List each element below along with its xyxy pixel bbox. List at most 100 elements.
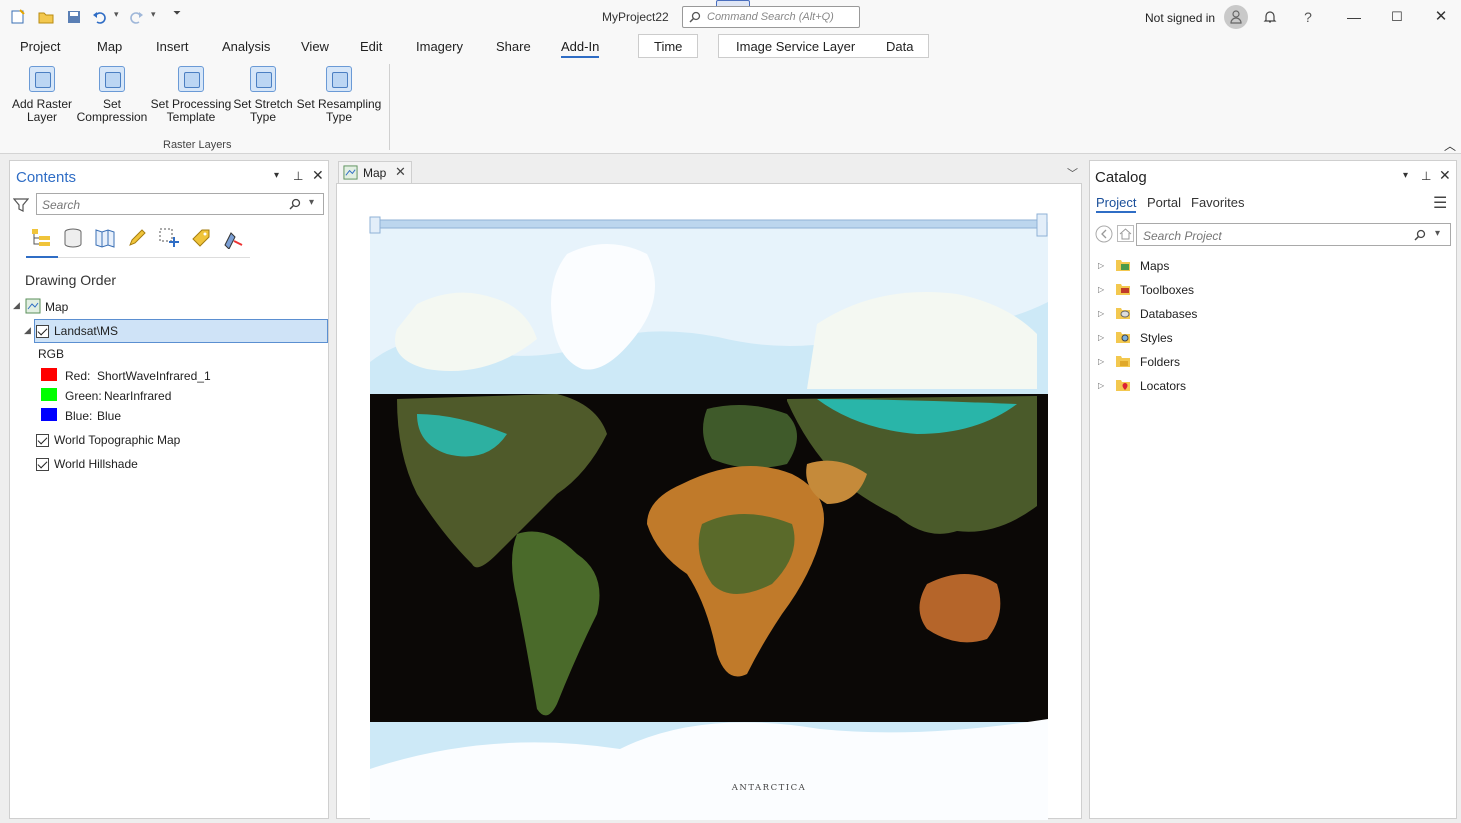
list-by-snapping-icon[interactable] xyxy=(158,227,180,249)
set-stretch-type-button[interactable]: Set Stretch Type xyxy=(233,66,293,124)
signin-status[interactable]: Not signed in xyxy=(1145,11,1215,25)
map-tabs-overflow-chevron-down-icon[interactable]: ﹀ xyxy=(1067,165,1078,181)
blue-band-value: Blue xyxy=(97,409,122,423)
catalog-item-toolboxes[interactable]: ▷ Toolboxes xyxy=(1098,281,1298,299)
catalog-close-icon[interactable]: ✕ xyxy=(1439,167,1451,184)
list-by-selection-icon[interactable] xyxy=(94,227,116,249)
tab-map[interactable]: Map xyxy=(97,39,122,54)
search-icon[interactable] xyxy=(1414,229,1426,241)
active-tool-indicator xyxy=(26,256,58,258)
minimize-window-icon[interactable]: — xyxy=(1342,5,1366,29)
contents-search-input[interactable]: Search ▾ xyxy=(36,193,324,215)
maximize-window-icon[interactable]: ☐ xyxy=(1385,5,1409,29)
add-raster-layer-button[interactable]: Add Raster Layer xyxy=(10,66,74,124)
list-by-labeling-icon[interactable] xyxy=(190,227,212,249)
command-search-input[interactable]: Command Search (Alt+Q) xyxy=(682,6,860,28)
landsat-visibility-checkbox[interactable] xyxy=(36,325,49,338)
search-options-chevron-down-icon[interactable]: ▾ xyxy=(309,197,314,208)
catalog-item-label: Toolboxes xyxy=(1140,283,1195,297)
customize-toolbar-icon[interactable]: ⏷ xyxy=(173,8,181,19)
tab-analysis[interactable]: Analysis xyxy=(222,39,270,54)
contextual-tab-image-service-group: Image Service Layer Data xyxy=(718,34,929,58)
catalog-tab-portal[interactable]: Portal xyxy=(1147,195,1181,210)
catalog-tab-project[interactable]: Project xyxy=(1096,195,1137,213)
contents-search-placeholder: Search xyxy=(42,198,81,212)
contents-pin-icon[interactable]: ⊥ xyxy=(293,169,303,183)
list-by-drawing-order-icon[interactable] xyxy=(30,227,52,249)
map-node-icon xyxy=(25,298,41,314)
catalog-item-databases[interactable]: ▷ Databases xyxy=(1098,305,1298,323)
tab-edit[interactable]: Edit xyxy=(360,39,382,54)
contents-close-icon[interactable]: ✕ xyxy=(312,167,324,184)
new-project-icon[interactable] xyxy=(10,9,26,25)
list-by-perspective-imagery-icon[interactable] xyxy=(222,227,244,249)
set-resampling-type-label-2: Type xyxy=(325,110,352,124)
catalog-item-maps[interactable]: ▷ Maps xyxy=(1098,257,1298,275)
map-node-label[interactable]: Map xyxy=(45,300,68,314)
landsat-layer-label[interactable]: Landsat\MS xyxy=(54,324,118,338)
maps-folder-icon xyxy=(1116,260,1130,271)
undo-icon[interactable] xyxy=(92,9,108,25)
filter-funnel-icon[interactable] xyxy=(13,197,29,213)
catalog-item-styles[interactable]: ▷ Styles xyxy=(1098,329,1298,347)
map-view[interactable]: ANTARCTICA xyxy=(336,183,1083,820)
world-hillshade-layer-label[interactable]: World Hillshade xyxy=(54,457,138,471)
tab-view[interactable]: View xyxy=(301,39,329,54)
back-arrow-icon[interactable] xyxy=(1095,225,1113,243)
open-project-icon[interactable] xyxy=(38,9,54,25)
redo-dropdown-icon[interactable]: ▾ xyxy=(151,9,156,20)
catalog-menu-hamburger-icon[interactable]: ☰ xyxy=(1433,193,1447,213)
catalog-item-folders[interactable]: ▷ Folders xyxy=(1098,353,1298,371)
home-icon[interactable] xyxy=(1117,225,1134,242)
landsat-expand-triangle-icon[interactable]: ◢ xyxy=(24,325,31,336)
drawing-order-heading: Drawing Order xyxy=(25,272,117,288)
catalog-search-input[interactable]: Search Project ▾ xyxy=(1136,223,1451,246)
save-project-icon[interactable] xyxy=(66,9,82,25)
map-tab-close-icon[interactable]: ✕ xyxy=(395,164,406,180)
search-icon[interactable] xyxy=(289,198,301,210)
catalog-tab-favorites[interactable]: Favorites xyxy=(1191,195,1244,210)
catalog-options-chevron-down-icon[interactable]: ▾ xyxy=(1403,170,1408,181)
list-by-data-source-icon[interactable] xyxy=(62,227,84,249)
red-band-swatch xyxy=(41,368,57,381)
redo-icon[interactable] xyxy=(128,9,144,25)
catalog-search-chevron-down-icon[interactable]: ▾ xyxy=(1435,228,1440,239)
tab-add-in[interactable]: Add-In xyxy=(561,39,600,58)
tab-data[interactable]: Data xyxy=(886,39,913,54)
set-processing-template-button[interactable]: Set Processing Template xyxy=(150,66,232,124)
expand-triangle-icon[interactable]: ▷ xyxy=(1098,357,1104,366)
catalog-item-locators[interactable]: ▷ Locators xyxy=(1098,377,1298,395)
user-avatar-icon[interactable] xyxy=(1224,5,1248,29)
expand-triangle-icon[interactable]: ▷ xyxy=(1098,285,1104,294)
help-icon[interactable]: ? xyxy=(1296,5,1320,29)
close-window-icon[interactable]: ✕ xyxy=(1429,5,1453,29)
set-resampling-type-icon xyxy=(326,66,352,92)
world-topographic-layer-label[interactable]: World Topographic Map xyxy=(54,433,180,447)
catalog-search-placeholder: Search Project xyxy=(1143,229,1222,243)
tab-insert[interactable]: Insert xyxy=(156,39,189,54)
expand-triangle-icon[interactable]: ▷ xyxy=(1098,381,1104,390)
map-view-tab[interactable]: Map ✕ xyxy=(338,161,412,183)
tab-share[interactable]: Share xyxy=(496,39,531,54)
notifications-bell-icon[interactable] xyxy=(1262,9,1278,25)
tab-imagery[interactable]: Imagery xyxy=(416,39,463,54)
contents-options-chevron-down-icon[interactable]: ▾ xyxy=(274,170,279,181)
expand-triangle-icon[interactable]: ▷ xyxy=(1098,309,1104,318)
world-map-canvas[interactable]: ANTARCTICA xyxy=(337,184,1083,820)
set-resampling-type-button[interactable]: Set Resampling Type xyxy=(296,66,382,124)
tab-time[interactable]: Time xyxy=(654,39,682,54)
set-stretch-type-icon xyxy=(250,66,276,92)
map-expand-triangle-icon[interactable]: ◢ xyxy=(13,300,20,311)
expand-triangle-icon[interactable]: ▷ xyxy=(1098,333,1104,342)
world-topographic-visibility-checkbox[interactable] xyxy=(36,434,49,447)
undo-dropdown-icon[interactable]: ▾ xyxy=(114,9,119,20)
tab-image-service-layer[interactable]: Image Service Layer xyxy=(736,39,855,54)
tab-project[interactable]: Project xyxy=(20,39,60,54)
list-by-editing-pencil-icon[interactable] xyxy=(126,227,148,249)
add-raster-layer-label-2: Layer xyxy=(26,110,58,124)
world-hillshade-visibility-checkbox[interactable] xyxy=(36,458,49,471)
collapse-ribbon-chevron-up-icon[interactable]: ︿ xyxy=(1444,137,1456,154)
expand-triangle-icon[interactable]: ▷ xyxy=(1098,261,1104,270)
set-compression-button[interactable]: Set Compression xyxy=(75,66,149,124)
catalog-pin-icon[interactable]: ⊥ xyxy=(1421,169,1431,183)
